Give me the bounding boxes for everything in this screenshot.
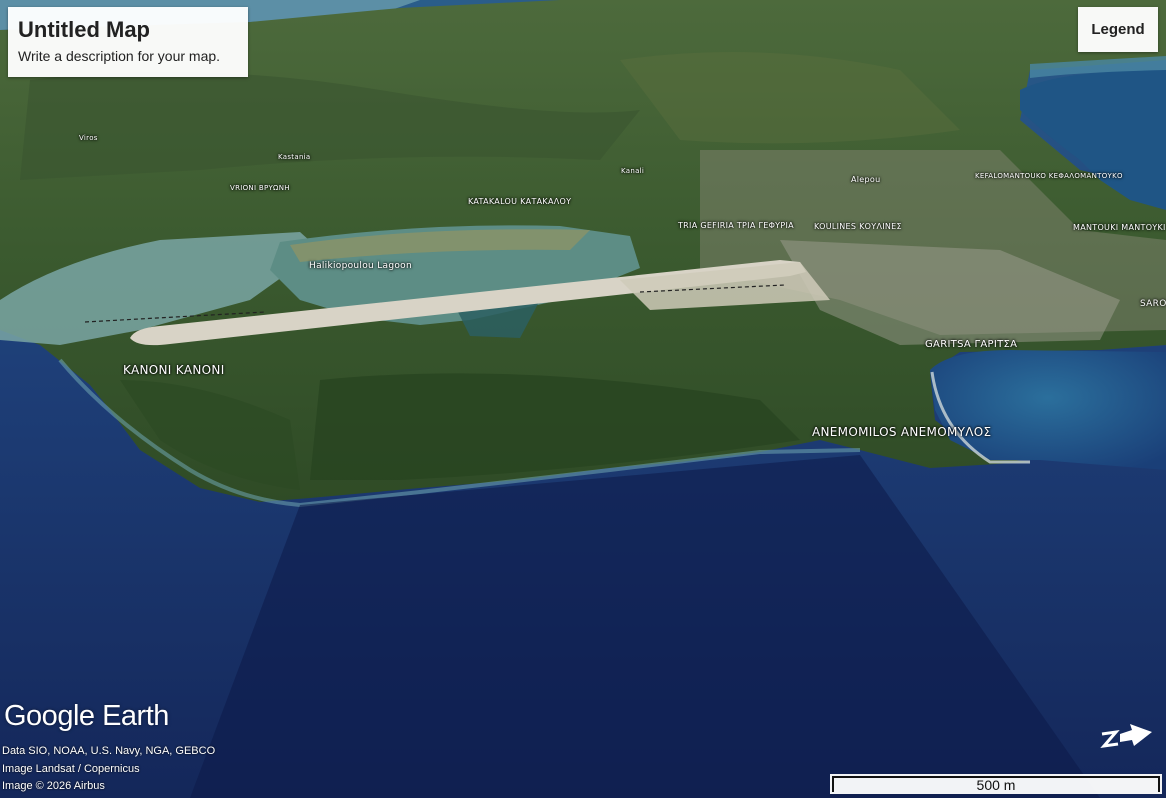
place-label-mantouki[interactable]: MANTOUKI ΜΑΝΤΟΥΚΙ [1073, 223, 1166, 232]
place-label-kanali[interactable]: Kanali [621, 167, 644, 175]
attribution-imagery: Image Landsat / Copernicus [2, 763, 140, 775]
place-label-halikiopoulou-lagoon[interactable]: Halikiopoulou Lagoon [309, 261, 412, 271]
scale-label: 500 m [976, 777, 1016, 793]
place-label-katakalou[interactable]: KATAKALOU ΚΑΤΑΚΑΛΟΥ [468, 197, 571, 206]
place-label-kanoni[interactable]: KANONI ΚΑΝΟΝΙ [123, 363, 225, 377]
place-label-kastania[interactable]: Kastania [278, 153, 311, 161]
place-label-vrioni[interactable]: VRIONI ΒΡΥΩΝΗ [230, 184, 290, 192]
place-label-koulines[interactable]: KOULINES ΚΟΥΛΙΝΕΣ [814, 222, 902, 231]
satellite-map-view[interactable] [0, 0, 1166, 798]
place-label-anemomilos[interactable]: ANEMOMILOS ΑΝΕΜΟΜΥΛΟΣ [812, 425, 991, 439]
place-label-saro[interactable]: SARO [1140, 299, 1166, 309]
place-label-tria-gefiria[interactable]: TRIA GEFIRIA ΤΡΙΑ ΓΕΦΥΡΙΑ [678, 221, 794, 230]
google-earth-logo: Google Earth [4, 700, 169, 732]
attribution-data: Data SIO, NOAA, U.S. Navy, NGA, GEBCO [2, 745, 216, 757]
legend-button[interactable]: Legend [1078, 7, 1158, 52]
map-title-card[interactable]: Untitled Map Write a description for you… [8, 7, 248, 77]
map-description[interactable]: Write a description for your map. [18, 48, 238, 64]
north-arrow-icon[interactable] [1096, 720, 1156, 756]
place-label-kefalomantouko[interactable]: KEFALOMANTOUKO ΚΕΦΑΛΟΜΑΝΤΟΥΚΟ [975, 172, 1123, 180]
place-label-viros[interactable]: Viros [79, 134, 98, 142]
place-label-alepou[interactable]: Alepou [851, 175, 880, 184]
place-label-garitsa[interactable]: GARITSA ΓΑΡΙΤΣΑ [925, 339, 1017, 350]
attribution-copyright: Image © 2026 Airbus [2, 780, 105, 792]
scale-bar: 500 m [830, 774, 1162, 794]
map-title[interactable]: Untitled Map [18, 17, 238, 43]
